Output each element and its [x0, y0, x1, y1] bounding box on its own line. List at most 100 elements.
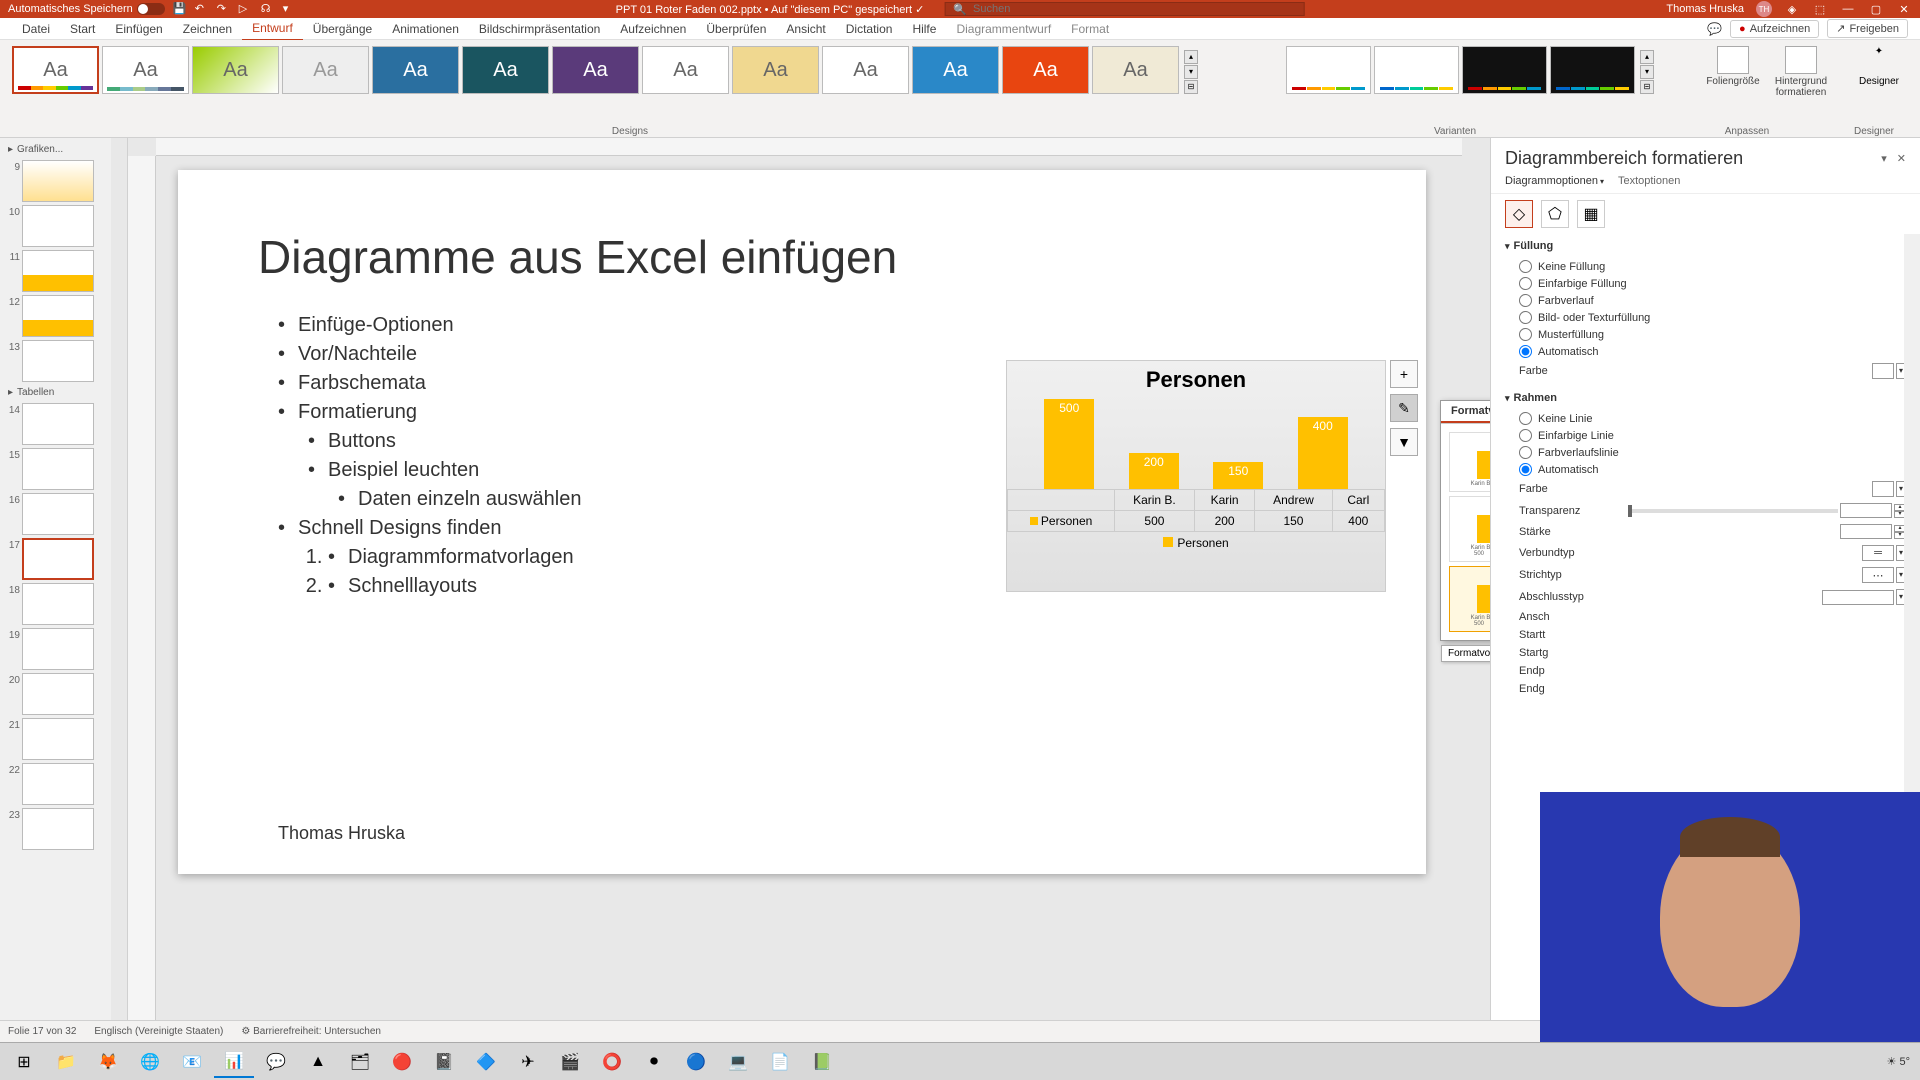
designer-button[interactable]: ✦Designer [1850, 46, 1908, 87]
slide-title[interactable]: Diagramme aus Excel einfügen [258, 230, 1346, 284]
document-title[interactable]: PPT 01 Roter Faden 002.pptx • Auf "diese… [616, 3, 925, 16]
autosave-toggle[interactable]: Automatisches Speichern [8, 3, 165, 15]
tab-einfuegen[interactable]: Einfügen [105, 18, 172, 40]
slide-thumb-9[interactable] [22, 160, 94, 202]
search-box[interactable]: 🔍 [944, 2, 1304, 16]
thumbs-scrollbar[interactable] [111, 138, 127, 1020]
theme-thumb[interactable]: Aa [1002, 46, 1089, 94]
weather-widget[interactable]: ☀ 5° [1887, 1055, 1910, 1068]
subtab-textoptionen[interactable]: Textoptionen [1618, 175, 1680, 187]
slide-thumb-14[interactable] [22, 403, 94, 445]
slide-thumb-21[interactable] [22, 718, 94, 760]
tab-aufzeichnen[interactable]: Aufzeichnen [610, 18, 696, 40]
slide-thumb-20[interactable] [22, 673, 94, 715]
slide-thumb-18[interactable] [22, 583, 94, 625]
slide-size-button[interactable]: Foliengröße [1702, 46, 1764, 98]
slide-thumbnails-pane[interactable]: ▸ Grafiken... 9 10 11 12 13 ▸ Tabellen 1… [0, 138, 128, 1020]
slideshow-icon[interactable]: ▷ [239, 2, 253, 16]
section-fill-header[interactable]: ▾Füllung [1505, 240, 1906, 252]
app-icon[interactable]: 📄 [760, 1046, 800, 1078]
onenote-icon[interactable]: 📓 [424, 1046, 464, 1078]
tab-diagrammentwurf[interactable]: Diagrammentwurf [946, 18, 1061, 40]
variant-thumb[interactable] [1374, 46, 1459, 94]
tab-entwurf[interactable]: Entwurf [242, 17, 303, 41]
app-icon[interactable]: 🔴 [382, 1046, 422, 1078]
slide-thumb-15[interactable] [22, 448, 94, 490]
compound-type-picker[interactable]: ═ [1862, 545, 1894, 561]
app-icon[interactable]: 🔵 [676, 1046, 716, 1078]
chart-elements-button[interactable]: + [1390, 360, 1418, 388]
explorer-icon[interactable]: 📁 [46, 1046, 86, 1078]
radio-gradient-line[interactable] [1519, 446, 1532, 459]
touch-icon[interactable]: ☊ [261, 2, 275, 16]
width-input[interactable] [1840, 524, 1892, 539]
chart-bar[interactable]: 150 [1213, 462, 1263, 489]
chart-filters-button[interactable]: ▼ [1390, 428, 1418, 456]
slide[interactable]: Diagramme aus Excel einfügen Einfüge-Opt… [178, 170, 1426, 874]
line-color-picker[interactable] [1872, 481, 1894, 497]
language-status[interactable]: Englisch (Vereinigte Staaten) [94, 1026, 223, 1037]
save-icon[interactable]: 💾 [173, 2, 187, 16]
tab-uebergaenge[interactable]: Übergänge [303, 18, 382, 40]
slide-thumb-13[interactable] [22, 340, 94, 382]
telegram-icon[interactable]: ✈ [508, 1046, 548, 1078]
theme-thumb[interactable]: Aa [1092, 46, 1179, 94]
size-props-icon[interactable]: ▦ [1577, 200, 1605, 228]
tab-hilfe[interactable]: Hilfe [902, 18, 946, 40]
slide-thumb-16[interactable] [22, 493, 94, 535]
radio-picture-fill[interactable] [1519, 311, 1532, 324]
close-icon[interactable]: ✕ [1896, 1, 1912, 17]
dash-type-picker[interactable]: ⋯ [1862, 567, 1894, 583]
theme-thumb[interactable]: Aa [282, 46, 369, 94]
subtab-diagrammoptionen[interactable]: Diagrammoptionen▾ [1505, 175, 1604, 187]
tab-zeichnen[interactable]: Zeichnen [173, 18, 242, 40]
app-icon[interactable]: ⭕ [592, 1046, 632, 1078]
chrome-icon[interactable]: 🌐 [130, 1046, 170, 1078]
redo-icon[interactable]: ↷ [217, 2, 231, 16]
slide-thumb-11[interactable] [22, 250, 94, 292]
radio-auto-fill[interactable] [1519, 345, 1532, 358]
search-input[interactable] [973, 3, 1295, 15]
cap-type-select[interactable] [1822, 590, 1894, 605]
slide-thumb-10[interactable] [22, 205, 94, 247]
vlc-icon[interactable]: ▲ [298, 1046, 338, 1078]
chart-bar[interactable]: 200 [1129, 453, 1179, 489]
fill-line-icon[interactable]: ◇ [1505, 200, 1533, 228]
windows-taskbar[interactable]: ⊞ 📁 🦊 🌐 📧 📊 💬 ▲ 🗂 🔴 📓 🔷 ✈ 🎬 ⭕ ⏺ 🔵 💻 📄 📗 … [0, 1042, 1920, 1080]
firefox-icon[interactable]: 🦊 [88, 1046, 128, 1078]
theme-thumb[interactable]: Aa [462, 46, 549, 94]
tab-datei[interactable]: Datei [12, 18, 60, 40]
chart-plot-area[interactable]: 500 200 150 400 [1007, 399, 1385, 489]
variants-gallery[interactable]: ▴▾⊟ [1286, 42, 1654, 94]
tab-dictation[interactable]: Dictation [836, 18, 903, 40]
tab-bildschirm[interactable]: Bildschirmpräsentation [469, 18, 610, 40]
chart-bar[interactable]: 400 [1298, 417, 1348, 489]
variant-thumb[interactable] [1550, 46, 1635, 94]
design-themes-gallery[interactable]: Aa Aa Aa Aa Aa Aa Aa Aa Aa Aa Aa Aa Aa ▴… [12, 42, 1248, 94]
slide-canvas[interactable]: Diagramme aus Excel einfügen Einfüge-Opt… [128, 138, 1490, 1020]
radio-no-fill[interactable] [1519, 260, 1532, 273]
tab-ansicht[interactable]: Ansicht [776, 18, 835, 40]
slide-thumb-22[interactable] [22, 763, 94, 805]
powerpoint-icon[interactable]: 📊 [214, 1046, 254, 1078]
tab-start[interactable]: Start [60, 18, 105, 40]
theme-thumb[interactable]: Aa [822, 46, 909, 94]
variant-thumb[interactable] [1286, 46, 1371, 94]
app-icon[interactable]: 💻 [718, 1046, 758, 1078]
embedded-chart[interactable]: Personen 500 200 150 400 Karin B.KarinAn… [1006, 360, 1386, 592]
pane-dropdown-icon[interactable]: ▾ [1881, 152, 1887, 165]
coming-soon-icon[interactable]: ◈ [1784, 1, 1800, 17]
slide-counter[interactable]: Folie 17 von 32 [8, 1026, 76, 1037]
slide-thumb-23[interactable] [22, 808, 94, 850]
chart-style-flyout[interactable]: Formatvorlage Farbe PERSONEN Karin B.Kar… [1440, 400, 1490, 641]
user-name[interactable]: Thomas Hruska [1666, 3, 1744, 15]
app-icon[interactable]: 🗂 [340, 1046, 380, 1078]
outlook-icon[interactable]: 📧 [172, 1046, 212, 1078]
radio-auto-line[interactable] [1519, 463, 1532, 476]
section-border-header[interactable]: ▾Rahmen [1505, 392, 1906, 404]
radio-pattern-fill[interactable] [1519, 328, 1532, 341]
ribbon-display-icon[interactable]: ⬚ [1812, 1, 1828, 17]
radio-no-line[interactable] [1519, 412, 1532, 425]
theme-thumb[interactable]: Aa [642, 46, 729, 94]
style-preview-1[interactable]: PERSONEN Karin B.KarinAndrewCarl [1449, 432, 1490, 492]
